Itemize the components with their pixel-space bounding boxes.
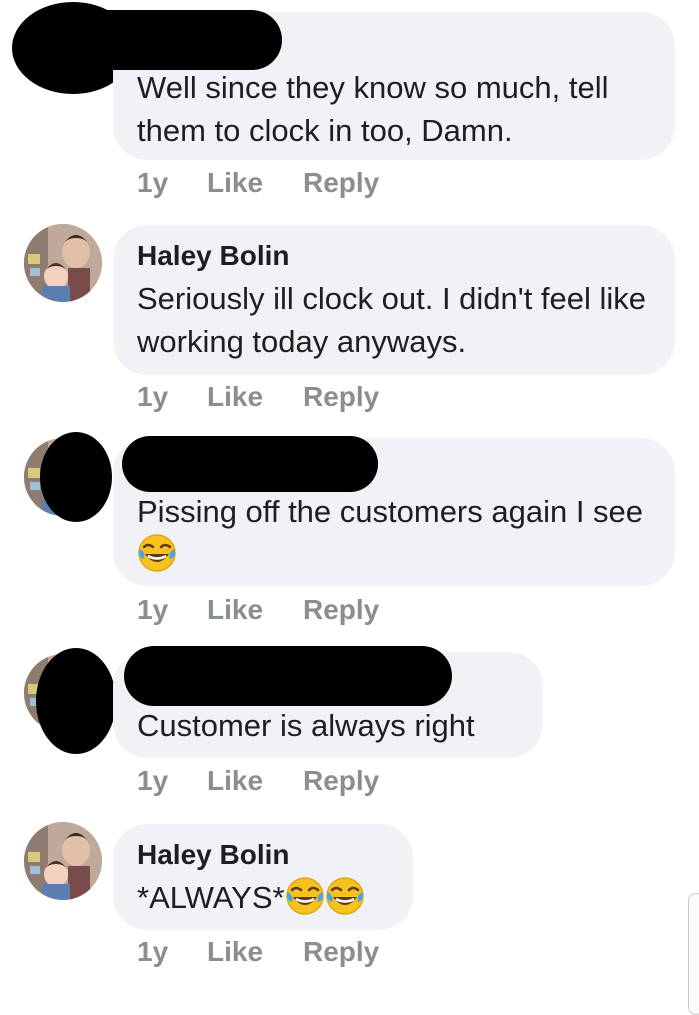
redacted-name: [122, 436, 378, 492]
redacted-name: [40, 10, 282, 70]
comment-text: Well since they know so much, tell them …: [137, 70, 609, 148]
like-button[interactable]: Like: [207, 765, 303, 797]
redacted-avatar: [36, 648, 116, 754]
comment-actions: 1y Like Reply: [137, 381, 379, 413]
reply-button[interactable]: Reply: [303, 167, 379, 199]
like-button[interactable]: Like: [207, 381, 303, 413]
comment-timestamp[interactable]: 1y: [137, 594, 207, 626]
like-button[interactable]: Like: [207, 594, 303, 626]
reply-button[interactable]: Reply: [303, 936, 379, 968]
redacted-avatar: [40, 432, 112, 522]
comment-actions: 1y Like Reply: [137, 936, 379, 968]
tears-of-joy-emoji: [137, 533, 177, 573]
comment-text: Customer is always right: [137, 708, 475, 743]
comment-bubble: Haley Bolin *ALWAYS*: [113, 824, 413, 930]
comment-text: *ALWAYS*: [137, 876, 397, 919]
comment-text-content: *ALWAYS*: [137, 880, 285, 915]
tears-of-joy-emoji: [285, 876, 325, 916]
comment-timestamp[interactable]: 1y: [137, 167, 207, 199]
comment-text: Seriously ill clock out. I didn't feel l…: [137, 281, 647, 359]
comment-timestamp[interactable]: 1y: [137, 936, 207, 968]
like-button[interactable]: Like: [207, 167, 303, 199]
reply-button[interactable]: Reply: [303, 381, 379, 413]
comment-actions: 1y Like Reply: [137, 594, 379, 626]
scrollbar[interactable]: [688, 893, 699, 1015]
comment-text-content: Pissing off the customers again I see: [137, 494, 644, 529]
comment-actions: 1y Like Reply: [137, 765, 379, 797]
redacted-name: [124, 646, 452, 706]
reply-button[interactable]: Reply: [303, 594, 379, 626]
reply-button[interactable]: Reply: [303, 765, 379, 797]
comment-actions: 1y Like Reply: [137, 167, 379, 199]
like-button[interactable]: Like: [207, 936, 303, 968]
avatar[interactable]: [24, 822, 102, 900]
comment-author-name[interactable]: Haley Bolin: [137, 240, 289, 272]
avatar[interactable]: [24, 224, 102, 302]
comment-author-name[interactable]: Haley Bolin: [137, 839, 289, 871]
comment-timestamp[interactable]: 1y: [137, 765, 207, 797]
comment-timestamp[interactable]: 1y: [137, 381, 207, 413]
comment-text: Pissing off the customers again I see: [137, 490, 659, 576]
tears-of-joy-emoji: [325, 876, 365, 916]
comment-bubble: Haley Bolin Seriously ill clock out. I d…: [113, 225, 675, 375]
